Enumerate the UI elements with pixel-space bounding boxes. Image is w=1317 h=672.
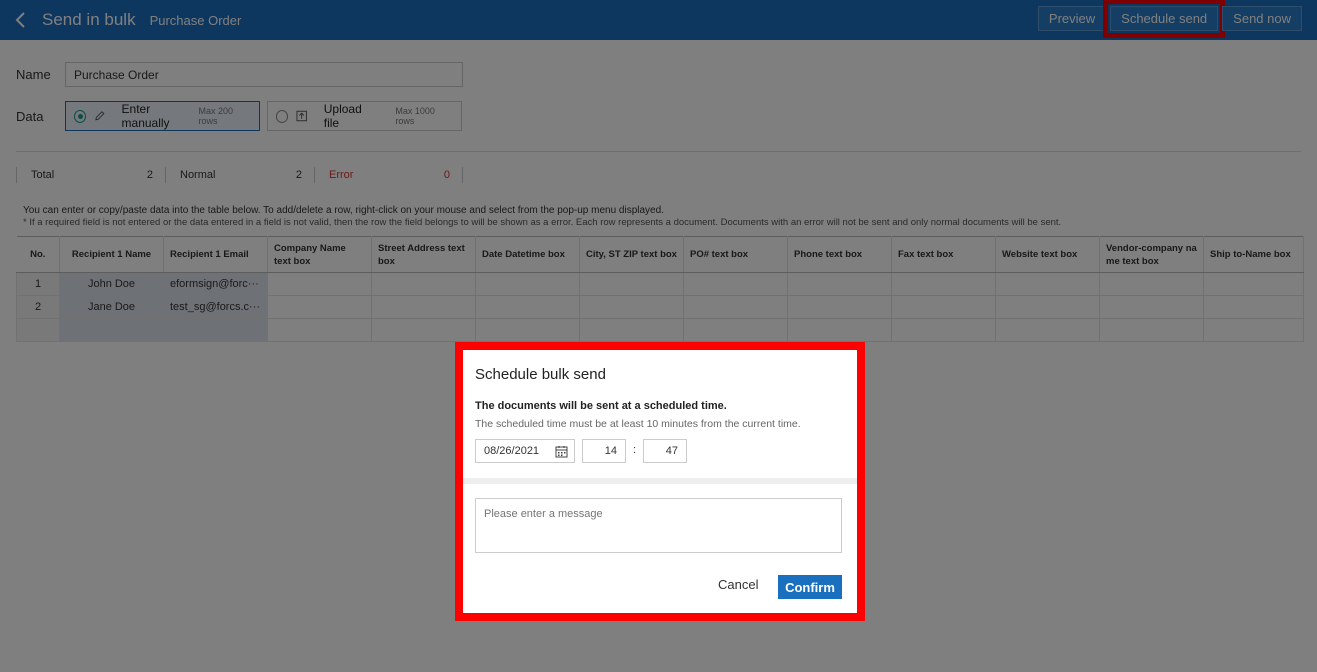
dialog-note: The scheduled time must be at least 10 m… [475, 418, 801, 430]
hour-input[interactable]: 14 [582, 439, 626, 463]
dialog-description: The documents will be sent at a schedule… [475, 400, 727, 412]
message-input[interactable] [475, 498, 842, 553]
cancel-button[interactable]: Cancel [718, 577, 758, 592]
dialog-divider [463, 478, 857, 484]
time-separator: : [633, 444, 637, 456]
schedule-dialog: Schedule bulk send The documents will be… [455, 342, 865, 621]
dialog-title: Schedule bulk send [475, 366, 606, 383]
calendar-icon[interactable] [555, 445, 568, 458]
minute-input[interactable]: 47 [643, 439, 687, 463]
confirm-button[interactable]: Confirm [778, 575, 842, 599]
date-input[interactable]: 08/26/2021 [475, 439, 575, 463]
date-value: 08/26/2021 [484, 445, 540, 457]
